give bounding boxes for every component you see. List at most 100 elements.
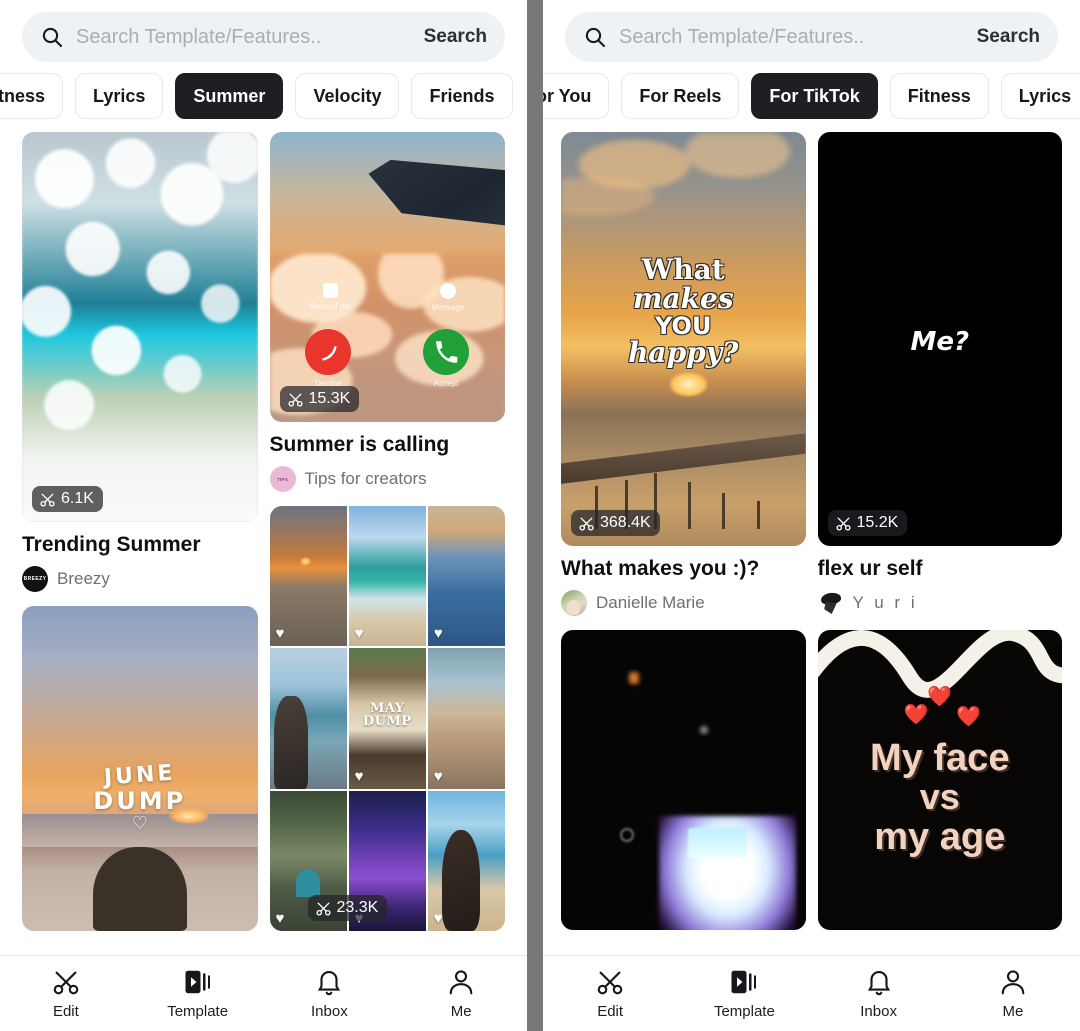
scissors-icon [579,517,594,531]
template-thumbnail[interactable]: Me? 15.2K [817,132,1062,546]
collage-cell: ♥ [348,506,426,647]
template-video-icon [185,970,210,994]
chip-fitness[interactable]: Fitness [0,73,64,119]
foreground-silhouette [92,846,187,932]
artwork-photo-collage: ♥ ♥ ♥ ♥ MAY DUMP ♥ ♥ ♥ ♥ [269,506,505,932]
search-icon [40,25,64,49]
light-spot [700,726,709,735]
overlay-line-2: DUMP [362,714,412,730]
avatar: BREEZY [22,566,48,593]
template-thumbnail[interactable]: ♥ ♥ ♥ ♥ MAY DUMP ♥ ♥ ♥ ♥ 23.3K [269,506,505,932]
light-spot [619,828,634,843]
sun-glow [668,372,708,397]
clip-count-value: 15.3K [308,390,351,407]
nav-item-me[interactable]: Me [946,967,1080,1020]
bell-icon [318,971,341,996]
search-input[interactable]: Search Template/Features.. [619,26,969,49]
overlay-line-2: vs [919,776,960,818]
clip-count-value: 23.3K [336,899,379,917]
template-thumbnail[interactable]: What makes YOU happy? 368.4K [561,132,806,546]
template-feed: 6.1K Trending Summer BREEZY Breezy JUNE … [0,132,527,955]
nav-label: Edit [597,1003,624,1020]
search-bar[interactable]: Search Template/Features.. Search [22,12,505,62]
template-title: What makes you :)? [561,557,760,580]
nav-item-edit[interactable]: Edit [0,967,132,1020]
nav-item-template[interactable]: Template [677,967,811,1020]
template-feed: What makes YOU happy? 368.4K What makes … [543,132,1080,955]
author-name: Breezy [57,569,110,589]
template-thumbnail[interactable] [561,630,806,931]
artwork-dark-glow-phone [561,630,806,931]
nav-item-me[interactable]: Me [395,967,527,1020]
heart-icon: ♥ [354,767,364,785]
template-thumbnail[interactable]: Remind me Message Decline Accept 15.3K [269,132,505,422]
chip-lyrics[interactable]: Lyrics [75,73,164,119]
clip-count-badge: 6.1K [32,486,103,512]
nav-item-inbox[interactable]: Inbox [812,967,946,1020]
collage-cell: ♥ [427,790,505,932]
person-icon [1001,970,1025,995]
overlay-heart: ♡ [131,813,148,835]
collage-cell: ♥ [269,506,347,647]
search-input[interactable]: Search Template/Features.. [76,26,416,49]
search-icon [583,25,607,49]
scissors-icon [835,517,851,531]
message-button: Message [432,282,465,312]
bottom-navigation[interactable]: Edit Template Inbox Me [543,955,1080,1031]
message-label: Message [432,302,465,312]
screenshot-panel-left: Search Template/Features.. Search Fitnes… [0,0,527,1031]
bell-icon [867,971,890,996]
template-card[interactable] [561,630,806,931]
collage-cell: ♥ [269,648,347,789]
feed-column-1: What makes YOU happy? 368.4K What makes … [561,132,806,955]
template-author[interactable]: Danielle Marie [561,590,806,617]
cloud-layer [561,132,806,240]
nav-item-edit[interactable]: Edit [543,967,677,1020]
nav-label: Template [167,1003,229,1020]
search-button[interactable]: Search [969,26,1040,48]
chip-summer[interactable]: Summer [175,73,284,119]
category-chip-row[interactable]: Fitness Lyrics Summer Velocity Friends [0,68,527,124]
feed-column-1: 6.1K Trending Summer BREEZY Breezy JUNE … [22,132,258,955]
template-card[interactable]: Me? 15.2K flex ur self Y u r i [817,132,1063,617]
nav-item-template[interactable]: Template [132,967,264,1020]
search-button[interactable]: Search [416,26,487,48]
template-thumbnail[interactable]: 6.1K [22,132,258,522]
chip-for-reels[interactable]: For Reels [621,73,740,119]
template-author[interactable]: BREEZY Breezy [22,566,258,593]
chip-friends[interactable]: Friends [411,73,513,119]
template-card[interactable]: 6.1K Trending Summer BREEZY Breezy [22,132,258,593]
overlay-line-1: What [641,253,725,287]
template-author[interactable]: Y u r i [817,590,1063,617]
heart-icon: ♥ [275,910,285,928]
scissors-icon [53,971,79,995]
feed-column-2: Me? 15.2K flex ur self Y u r i ❤️ ❤️ ❤️ … [817,132,1063,955]
collage-cell: MAY DUMP ♥ [348,648,426,789]
template-thumbnail[interactable]: ❤️ ❤️ ❤️ My face vs my age [817,630,1062,931]
template-card[interactable]: What makes YOU happy? 368.4K What makes … [561,132,806,617]
search-bar[interactable]: Search Template/Features.. Search [565,12,1058,62]
avatar: TIPS [269,466,296,493]
nav-item-inbox[interactable]: Inbox [264,967,396,1020]
bottom-navigation[interactable]: Edit Template Inbox Me [0,955,527,1031]
nav-label: Template [713,1003,775,1020]
template-author[interactable]: TIPS Tips for creators [269,466,506,493]
category-chip-row[interactable]: For You For Reels For TikTok Fitness Lyr… [543,68,1080,124]
nav-label: Me [1002,1003,1024,1020]
template-title: flex ur self [817,557,923,580]
clock-icon [322,282,338,298]
person-icon [449,970,473,995]
overlay-line-1: My face [870,737,1010,780]
template-card[interactable]: ♥ ♥ ♥ ♥ MAY DUMP ♥ ♥ ♥ ♥ 23.3K [269,506,505,932]
chip-for-you[interactable]: For You [543,73,610,119]
chip-velocity[interactable]: Velocity [295,73,400,119]
chip-lyrics[interactable]: Lyrics [1000,73,1080,119]
template-card[interactable]: ❤️ ❤️ ❤️ My face vs my age [817,630,1062,931]
nav-label: Inbox [311,1003,348,1020]
clip-count-badge: 15.2K [827,510,908,536]
chip-for-tiktok[interactable]: For TikTok [751,73,878,119]
template-card[interactable]: JUNE DUMP ♡ [22,606,258,932]
chip-fitness[interactable]: Fitness [889,73,989,119]
template-card[interactable]: Remind me Message Decline Accept 15.3K S… [269,132,506,493]
template-thumbnail[interactable]: JUNE DUMP ♡ [22,606,258,932]
